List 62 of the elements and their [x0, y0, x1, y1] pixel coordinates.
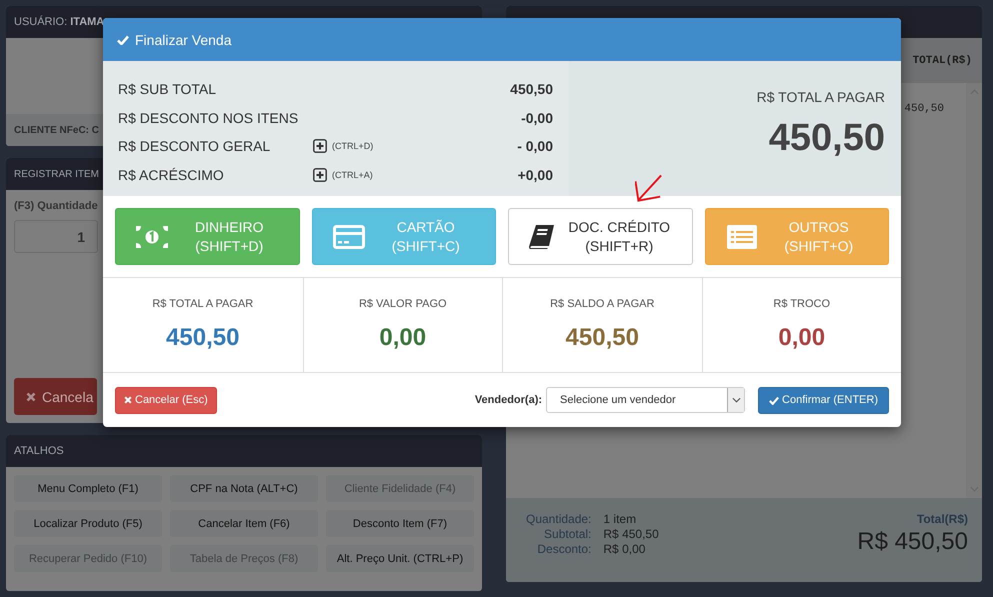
user-label: USUÁRIO: ITAMA [14, 16, 104, 28]
check-icon [117, 34, 129, 44]
summary-label: Desconto: [536, 542, 592, 556]
summary-value: 1 item [603, 512, 638, 526]
plus-icon[interactable] [313, 168, 327, 182]
total-value: 450,50 [768, 117, 885, 160]
stat-value: 450,50 [566, 324, 639, 352]
summary-label: Quantidade: [526, 512, 592, 526]
stat-label: R$ TOTAL A PAGAR [152, 298, 254, 310]
summary-label: R$ DESCONTO GERAL [118, 138, 272, 154]
list-icon [726, 224, 758, 248]
close-icon [124, 396, 132, 404]
summary-label: R$ ACRÉSCIMO [118, 166, 225, 183]
shortcut-button[interactable]: Alt. Preço Unit. (CTRL+P) [326, 545, 474, 572]
summary-value: - 0,00 [517, 138, 553, 154]
shortcut-button[interactable]: Desconto Item (F7) [326, 510, 474, 537]
stat-value: 0,00 [379, 324, 426, 352]
dialog-title: Finalizar Venda [135, 32, 232, 48]
total-label: R$ TOTAL A PAGAR [756, 89, 885, 105]
column-header: TOTAL(R$) [912, 54, 972, 66]
close-icon [26, 392, 36, 402]
seller-dropdown[interactable]: Selecione um vendedor [546, 387, 746, 413]
payment-button[interactable]: DINHEIRO (SHIFT+D) [115, 208, 300, 265]
payment-button[interactable]: DOC. CRÉDITO (SHIFT+R) [508, 208, 692, 265]
stat-label: R$ VALOR PAGO [358, 298, 447, 310]
check-icon [769, 396, 780, 404]
shortcut-button[interactable]: Menu Completo (F1) [14, 475, 162, 502]
summary-label: R$ DESCONTO NOS ITENS [118, 110, 300, 126]
stat-label: R$ TROCO [773, 298, 830, 310]
shortcut-hint: (CTRL+A) [332, 170, 373, 180]
panel-title: ATALHOS [14, 445, 64, 457]
shortcut-button[interactable]: CPF na Nota (ALT+C) [170, 475, 318, 502]
cancel-button[interactable]: Cancelar (Esc) [115, 386, 217, 414]
seller-label: Vendedor(a): [474, 394, 542, 406]
stat-value: 0,00 [778, 324, 826, 352]
shortcut-hint: (CTRL+D) [332, 141, 374, 152]
plus-icon[interactable] [313, 139, 327, 154]
confirm-button[interactable]: Confirmar (ENTER) [758, 386, 889, 414]
cancel-button[interactable]: Cancela [14, 378, 98, 415]
scrollbar[interactable] [966, 83, 982, 498]
quantity-field[interactable]: 1 [14, 220, 98, 253]
total-value: R$ 450,50 [857, 528, 968, 556]
summary-label: Subtotal: [543, 527, 592, 541]
summary-value: 450,50 [510, 81, 553, 98]
shortcut-button[interactable]: Localizar Produto (F5) [14, 510, 162, 537]
summary-label: R$ SUB TOTAL [118, 81, 218, 98]
table-cell: 450,50 [904, 103, 944, 115]
client-label: CLIENTE NFeC: C [14, 124, 99, 136]
summary-value: -0,00 [521, 110, 553, 126]
stat-label: R$ SALDO A PAGAR [550, 298, 654, 310]
stat-value: 450,50 [166, 324, 240, 352]
total-label: Total(R$) [916, 512, 968, 526]
quantity-label: (F3) Quantidade [14, 200, 99, 212]
credit-card-icon [332, 224, 364, 248]
shortcut-button[interactable]: Cancelar Item (F6) [170, 510, 318, 537]
summary-value: R$ 450,50 [603, 527, 659, 541]
panel-title: REGISTRAR ITEM [14, 168, 100, 180]
summary-value: +0,00 [518, 166, 553, 183]
summary-value: R$ 0,00 [603, 542, 646, 556]
caret-icon [732, 397, 741, 403]
book-icon [529, 224, 555, 250]
arrow-icon [635, 174, 664, 204]
